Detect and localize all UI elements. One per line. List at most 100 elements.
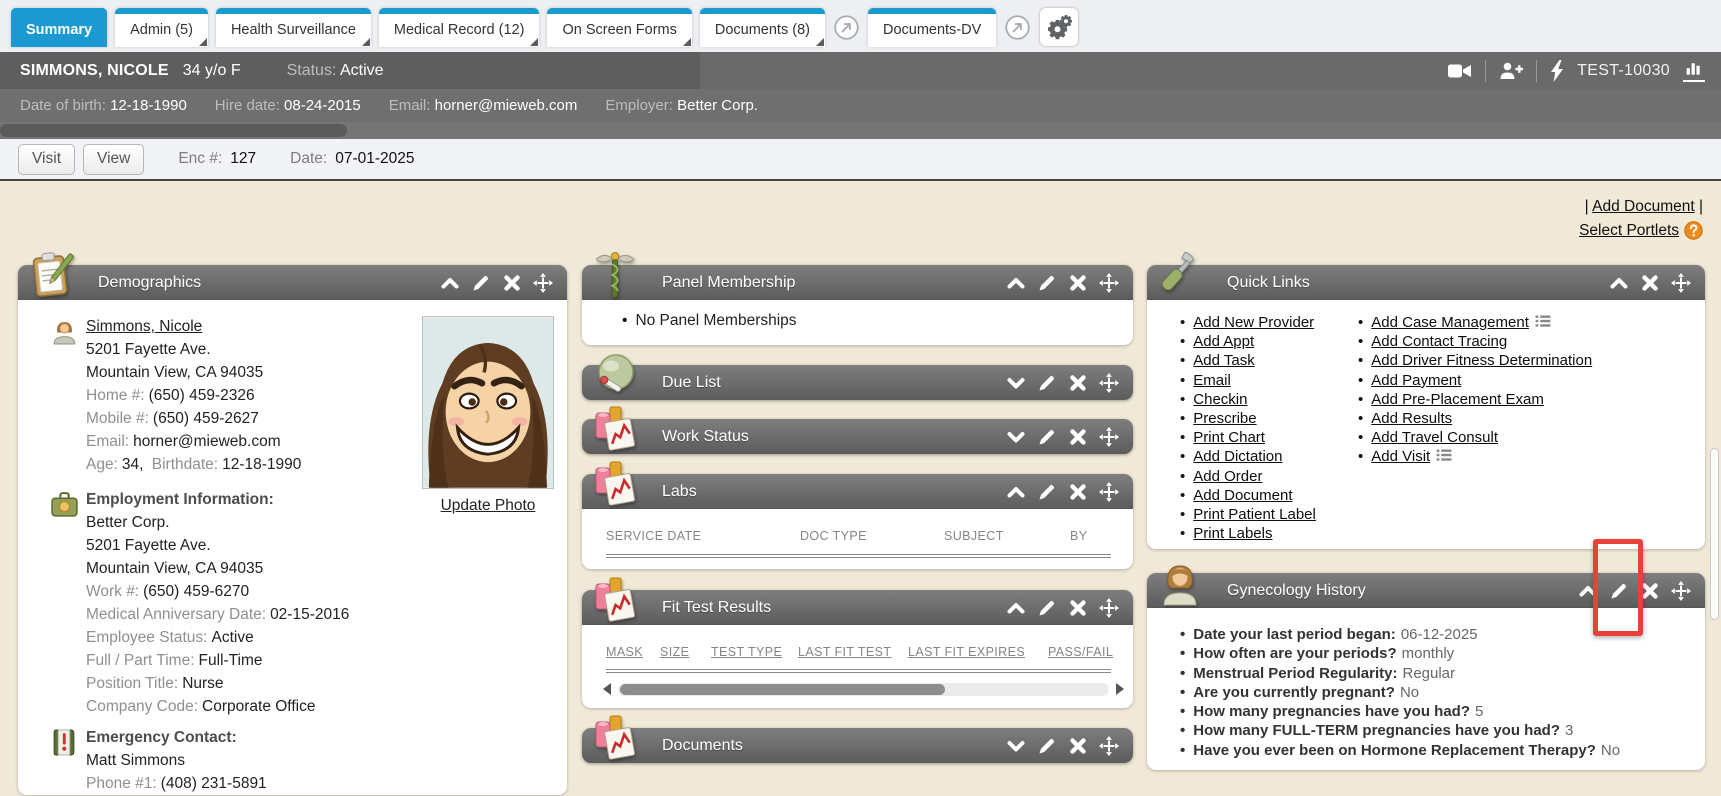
close-icon[interactable] xyxy=(1068,273,1088,293)
print-chart-link[interactable]: Print Chart xyxy=(1193,429,1265,446)
expand-icon[interactable] xyxy=(1006,736,1026,756)
move-icon[interactable] xyxy=(1099,736,1119,756)
move-icon[interactable] xyxy=(1099,273,1119,293)
gynecology-header[interactable]: Gynecology History xyxy=(1147,573,1705,608)
quick-links-header[interactable]: Quick Links xyxy=(1147,265,1705,300)
add-payment-link[interactable]: Add Payment xyxy=(1371,372,1461,389)
collapse-icon[interactable] xyxy=(1006,482,1026,502)
close-icon[interactable] xyxy=(1640,581,1660,601)
collapse-icon[interactable] xyxy=(1006,273,1026,293)
header-scroll-thumb[interactable] xyxy=(0,124,347,137)
fit-col-test-type[interactable]: TEST TYPE xyxy=(711,645,782,659)
close-icon[interactable] xyxy=(1068,598,1088,618)
video-call-icon[interactable] xyxy=(1448,61,1472,81)
edit-icon[interactable] xyxy=(471,273,491,293)
patient-name-link[interactable]: Simmons, Nicole xyxy=(86,318,202,335)
gynecology-item: Date your last period began:06-12-2025 xyxy=(1180,625,1705,644)
close-icon[interactable] xyxy=(1068,482,1088,502)
documents-dv-popout-icon[interactable] xyxy=(1004,14,1031,41)
edit-icon[interactable] xyxy=(1037,373,1057,393)
move-icon[interactable] xyxy=(1099,373,1119,393)
documents-header[interactable]: Documents xyxy=(582,728,1133,763)
email-link[interactable]: Email xyxy=(1193,372,1231,389)
work-status-header[interactable]: Work Status xyxy=(582,419,1133,454)
tab-documents[interactable]: Documents (8) xyxy=(700,8,825,47)
fit-col-pass-fail[interactable]: PASS/FAIL xyxy=(1048,645,1113,659)
add-contact-tracing-link[interactable]: Add Contact Tracing xyxy=(1371,333,1507,350)
documents-popout-icon[interactable] xyxy=(833,14,860,41)
tab-settings-button[interactable] xyxy=(1039,7,1079,47)
quick-action-bolt-icon[interactable] xyxy=(1550,60,1564,82)
collapse-icon[interactable] xyxy=(1609,273,1629,293)
edit-icon[interactable] xyxy=(1037,736,1057,756)
close-icon[interactable] xyxy=(502,273,522,293)
add-person-icon[interactable] xyxy=(1499,61,1523,81)
print-labels-link[interactable]: Print Labels xyxy=(1193,525,1272,542)
scroll-track[interactable] xyxy=(618,683,1109,696)
tab-summary[interactable]: Summary xyxy=(11,8,107,47)
add-appt-link[interactable]: Add Appt xyxy=(1193,333,1254,350)
fit-test-header[interactable]: Fit Test Results xyxy=(582,590,1133,625)
move-icon[interactable] xyxy=(533,273,553,293)
collapse-icon[interactable] xyxy=(1006,598,1026,618)
print-patient-label-link[interactable]: Print Patient Label xyxy=(1193,506,1316,523)
move-icon[interactable] xyxy=(1099,427,1119,447)
expand-icon[interactable] xyxy=(1006,373,1026,393)
close-icon[interactable] xyxy=(1068,427,1088,447)
scroll-left-icon[interactable] xyxy=(602,682,612,696)
move-icon[interactable] xyxy=(1671,273,1691,293)
move-icon[interactable] xyxy=(1099,482,1119,502)
close-icon[interactable] xyxy=(1068,736,1088,756)
add-visit-link[interactable]: Add Visit xyxy=(1371,448,1430,465)
close-icon[interactable] xyxy=(1068,373,1088,393)
edit-icon[interactable] xyxy=(1037,273,1057,293)
fit-col-size[interactable]: SIZE xyxy=(660,645,689,659)
flowsheet-chart-icon[interactable] xyxy=(1683,60,1705,82)
due-list-header[interactable]: Due List xyxy=(582,365,1133,400)
scroll-thumb[interactable] xyxy=(620,684,945,695)
fit-col-last-fit-expires[interactable]: LAST FIT EXPIRES xyxy=(908,645,1025,659)
scroll-right-icon[interactable] xyxy=(1115,682,1125,696)
page-scrollbar-thumb[interactable] xyxy=(1710,448,1719,620)
add-order-link[interactable]: Add Order xyxy=(1193,468,1262,485)
add-document-link[interactable]: Add Document xyxy=(1592,198,1695,215)
add-document-link[interactable]: Add Document xyxy=(1193,487,1292,504)
add-case-management-link[interactable]: Add Case Management xyxy=(1371,314,1529,331)
add-driver-fitness-link[interactable]: Add Driver Fitness Determination xyxy=(1371,352,1592,369)
checkin-link[interactable]: Checkin xyxy=(1193,391,1247,408)
list-grid-icon[interactable] xyxy=(1435,448,1453,461)
tab-health-surveillance[interactable]: Health Surveillance xyxy=(216,8,371,47)
help-icon[interactable] xyxy=(1684,221,1703,240)
add-new-provider-link[interactable]: Add New Provider xyxy=(1193,314,1314,331)
collapse-icon[interactable] xyxy=(1578,581,1598,601)
edit-icon[interactable] xyxy=(1037,598,1057,618)
view-button[interactable]: View xyxy=(83,144,144,175)
close-icon[interactable] xyxy=(1640,273,1660,293)
tab-admin[interactable]: Admin (5) xyxy=(115,8,208,47)
add-travel-consult-link[interactable]: Add Travel Consult xyxy=(1371,429,1498,446)
panel-membership-header[interactable]: Panel Membership xyxy=(582,265,1133,300)
add-task-link[interactable]: Add Task xyxy=(1193,352,1254,369)
edit-icon[interactable] xyxy=(1037,427,1057,447)
tab-documents-dv[interactable]: Documents-DV xyxy=(868,8,996,47)
tab-on-screen-forms[interactable]: On Screen Forms xyxy=(547,8,691,47)
add-pre-placement-exam-link[interactable]: Add Pre-Placement Exam xyxy=(1371,391,1544,408)
gynecology-edit-icon[interactable] xyxy=(1609,581,1629,601)
demographics-header[interactable]: Demographics xyxy=(18,265,567,300)
expand-icon[interactable] xyxy=(1006,427,1026,447)
move-icon[interactable] xyxy=(1099,598,1119,618)
labs-header[interactable]: Labs xyxy=(582,474,1133,509)
add-results-link[interactable]: Add Results xyxy=(1371,410,1452,427)
fit-col-last-fit-test[interactable]: LAST FIT TEST xyxy=(798,645,891,659)
prescribe-link[interactable]: Prescribe xyxy=(1193,410,1256,427)
move-icon[interactable] xyxy=(1671,581,1691,601)
add-dictation-link[interactable]: Add Dictation xyxy=(1193,448,1282,465)
update-photo-link[interactable]: Update Photo xyxy=(441,497,536,515)
tab-medical-record[interactable]: Medical Record (12) xyxy=(379,8,540,47)
select-portlets-link[interactable]: Select Portlets xyxy=(1579,222,1679,240)
list-grid-icon[interactable] xyxy=(1534,314,1552,327)
edit-icon[interactable] xyxy=(1037,482,1057,502)
visit-button[interactable]: Visit xyxy=(18,144,75,175)
collapse-icon[interactable] xyxy=(440,273,460,293)
fit-col-mask[interactable]: MASK xyxy=(606,645,643,659)
